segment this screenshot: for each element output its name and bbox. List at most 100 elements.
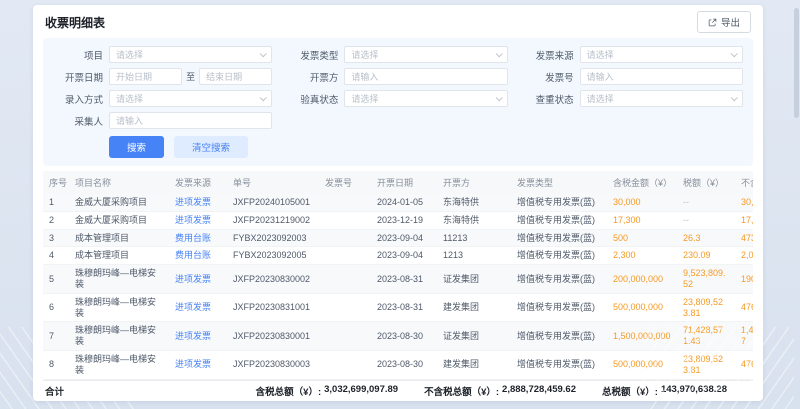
table-cell[interactable]: 费用台账: [169, 229, 227, 247]
column-header: 开票方: [437, 171, 511, 194]
export-icon: [708, 18, 717, 27]
clear-search-button[interactable]: 清空搜索: [174, 136, 248, 158]
table-cell: 23,809,523.81: [677, 350, 735, 379]
dup-check-select-placeholder: 请选择: [587, 92, 731, 105]
chevron-down-icon: [260, 50, 267, 57]
column-header: 单号: [227, 171, 319, 194]
dup-check-select[interactable]: 请选择: [580, 90, 743, 107]
issuer-input-box[interactable]: [344, 68, 507, 85]
table-cell: 6: [43, 293, 69, 322]
table-cell: 2023-08-30: [371, 350, 437, 379]
table-cell: 2023-08-31: [371, 265, 437, 294]
vertical-scrollbar[interactable]: [794, 2, 799, 407]
collector-input[interactable]: [116, 116, 265, 126]
table-cell: 东海特供: [437, 211, 511, 229]
filter-field-invoice-date: 开票日期 至: [53, 68, 272, 85]
invoice-no-input-box[interactable]: [580, 68, 743, 85]
filter-field-project: 项目 请选择: [53, 46, 272, 63]
table-cell: JXFP20230830002: [227, 265, 319, 294]
invoice-source-label: 发票来源: [524, 48, 574, 62]
date-start-input-box[interactable]: [109, 68, 182, 85]
table-cell: 金威大厦采购项目: [69, 194, 169, 211]
table-cell: 500,000,000: [607, 350, 677, 379]
date-end-input-box[interactable]: [199, 68, 272, 85]
date-start-input[interactable]: [116, 72, 175, 82]
table-cell[interactable]: 进项发票: [169, 211, 227, 229]
issuer-input[interactable]: [351, 72, 500, 82]
chevron-down-icon: [495, 94, 502, 101]
table-cell: 1,500,000,000: [607, 322, 677, 351]
table-cell: 3: [43, 229, 69, 247]
table-cell[interactable]: 费用台账: [169, 247, 227, 265]
collector-input-box[interactable]: [109, 112, 272, 129]
filter-field-verify-status: 验真状态 请选择: [288, 90, 507, 107]
table-cell: 2023-08-30: [371, 322, 437, 351]
table-cell: 11213: [437, 229, 511, 247]
table-cell[interactable]: 进项发票: [169, 322, 227, 351]
table-cell: 30,000: [607, 194, 677, 211]
invoice-no-input[interactable]: [587, 72, 736, 82]
date-separator: 至: [186, 70, 195, 83]
filter-field-invoice-source: 发票来源 请选择: [524, 46, 743, 63]
table-cell[interactable]: 进项发票: [169, 350, 227, 379]
table-cell: 增值税专用发票(蓝): [511, 229, 607, 247]
summary-row: 合计 含税总额（¥）: 3,032,699,097.89 不含税总额（¥）: 2…: [43, 380, 753, 401]
invoice-type-select-placeholder: 请选择: [351, 48, 495, 61]
table-cell[interactable]: 进项发票: [169, 293, 227, 322]
table-cell: 476,190,476.19: [735, 293, 753, 322]
table-cell: 东海特供: [437, 194, 511, 211]
table-row: 8珠穆朗玛峰—电梯安装进项发票JXFP202308300032023-08-30…: [43, 350, 753, 379]
table-cell: FYBX2023092003: [227, 229, 319, 247]
column-header: 发票类型: [511, 171, 607, 194]
column-header: 发票来源: [169, 171, 227, 194]
project-label: 项目: [53, 48, 103, 62]
table-cell: 增值税专用发票(蓝): [511, 247, 607, 265]
filter-field-entry-method: 录入方式 请选择: [53, 90, 272, 107]
column-header: 含税金额（¥）: [607, 171, 677, 194]
invoice-source-select-placeholder: 请选择: [587, 48, 731, 61]
incl-tax-total-value: 3,032,699,097.89: [324, 384, 398, 398]
entry-method-select[interactable]: 请选择: [109, 90, 272, 107]
chevron-down-icon: [260, 94, 267, 101]
verify-status-select-placeholder: 请选择: [351, 92, 495, 105]
table-cell: 珠穆朗玛峰—电梯安装: [69, 350, 169, 379]
table-cell: JXFP20230830003: [227, 350, 319, 379]
table-cell: 2023-12-19: [371, 211, 437, 229]
column-header: 序号: [43, 171, 69, 194]
table-cell[interactable]: 进项发票: [169, 265, 227, 294]
incl-tax-total: 含税总额（¥）: 3,032,699,097.89: [256, 384, 398, 398]
table-cell: 4: [43, 247, 69, 265]
column-header: 不含税金额（¥）: [735, 171, 753, 194]
invoice-type-select[interactable]: 请选择: [344, 46, 507, 63]
export-button-label: 导出: [721, 15, 740, 29]
invoice-type-label: 发票类型: [288, 48, 338, 62]
table-cell: 30,000: [735, 194, 753, 211]
search-button[interactable]: 搜索: [109, 136, 164, 158]
table-cell: 2023-09-04: [371, 229, 437, 247]
verify-status-select[interactable]: 请选择: [344, 90, 507, 107]
total-tax-value: 143,970,638.28: [661, 384, 727, 398]
summary-label: 合计: [43, 384, 64, 398]
table-cell: 增值税专用发票(蓝): [511, 293, 607, 322]
invoice-no-label: 发票号: [524, 70, 574, 84]
table-cell[interactable]: 进项发票: [169, 194, 227, 211]
table-cell: 成本管理项目: [69, 247, 169, 265]
table-cell: 2023-09-04: [371, 247, 437, 265]
table-header-row: 序号项目名称发票来源单号发票号开票日期开票方发票类型含税金额（¥）税额（¥）不含…: [43, 171, 753, 194]
date-end-input[interactable]: [206, 72, 265, 82]
project-select[interactable]: 请选择: [109, 46, 272, 63]
table-row: 4成本管理项目费用台账FYBX20230920052023-09-041213增…: [43, 247, 753, 265]
table-cell: 成本管理项目: [69, 229, 169, 247]
table-cell: 500,000,000: [607, 293, 677, 322]
table-row: 1金威大厦采购项目进项发票JXFP202401050012024-01-05东海…: [43, 194, 753, 211]
table-cell: 珠穆朗玛峰—电梯安装: [69, 265, 169, 294]
invoice-source-select[interactable]: 请选择: [580, 46, 743, 63]
export-button[interactable]: 导出: [697, 11, 751, 33]
table-row: 5珠穆朗玛峰—电梯安装进项发票JXFP202308300022023-08-31…: [43, 265, 753, 294]
main-card: 收票明细表 导出 项目 请选择 发票类型 请选: [33, 5, 763, 401]
table-cell: 26.3: [677, 229, 735, 247]
table-cell: 2023-08-31: [371, 293, 437, 322]
verify-status-label: 验真状态: [288, 92, 338, 106]
scrollbar-thumb[interactable]: [794, 8, 799, 118]
table-cell: --: [677, 211, 735, 229]
